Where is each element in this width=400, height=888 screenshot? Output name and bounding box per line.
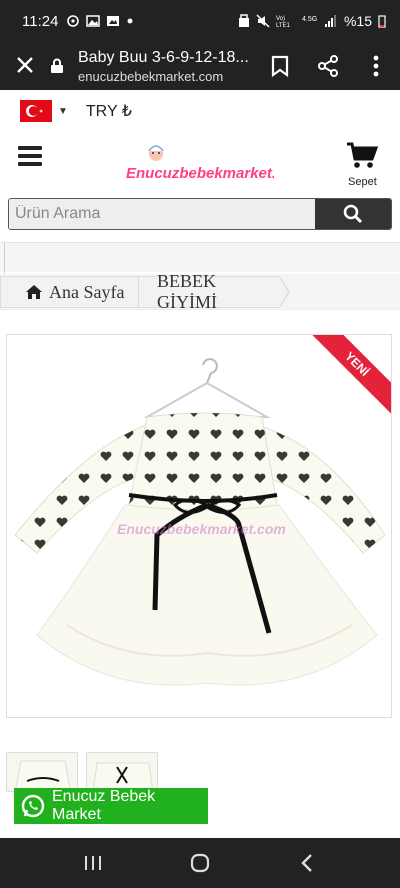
breadcrumb-home[interactable]: Ana Sayfa (0, 276, 148, 308)
lock-icon (50, 58, 70, 74)
cart-label[interactable]: Sepet (348, 176, 377, 188)
image-icon (107, 16, 120, 26)
whatsapp-label: Enucuz Bebek Market (52, 788, 156, 823)
system-navigation-bar (0, 838, 400, 888)
share-icon (318, 55, 338, 77)
currency-selector[interactable]: ▼ TRY ₺ (0, 92, 400, 130)
thumbnail-2[interactable] (86, 752, 158, 792)
recent-apps-icon (85, 856, 102, 870)
cart-icon[interactable] (346, 142, 379, 170)
menu-icon[interactable] (18, 146, 42, 166)
back-button[interactable] (287, 843, 327, 883)
breadcrumb: Ana Sayfa BEBEK GİYİMİ (0, 271, 400, 312)
status-time: 11:24 (22, 12, 59, 30)
svg-text:Vo): Vo) (276, 16, 285, 22)
share-button[interactable] (304, 55, 352, 77)
back-icon (300, 854, 312, 872)
whatsapp-button[interactable]: Enucuz Bebek Market (14, 788, 208, 824)
dot-icon (127, 18, 133, 24)
currency-label: TRY ₺ (85, 103, 132, 120)
svg-text:LTE1: LTE1 (276, 23, 291, 28)
site-logo[interactable]: Enucuzbebekmarket.com (126, 142, 307, 186)
notification-icons (66, 14, 134, 28)
signal-icon (324, 15, 336, 27)
thumbnail-1[interactable] (6, 752, 78, 792)
network-4g-icon: 4.5G (302, 16, 317, 23)
search-button[interactable] (315, 199, 391, 229)
watermark-text: Enucuzbebekmarket.com (117, 521, 286, 537)
close-icon (17, 57, 33, 73)
breadcrumb-category-label: BEBEK GİYİMİ (157, 271, 217, 312)
system-icons: Vo) LTE1 4.5G %15 (238, 13, 386, 29)
breadcrumb-home-label: Ana Sayfa (49, 281, 125, 302)
more-options-button[interactable] (352, 55, 400, 77)
turkey-flag-icon (20, 100, 52, 122)
svg-text:4.5G: 4.5G (302, 16, 317, 23)
bookmark-icon (271, 55, 289, 77)
battery-icon (378, 15, 386, 28)
product-image[interactable]: Enucuzbebekmarket.com YENİ (6, 334, 392, 718)
home-button[interactable] (180, 843, 220, 883)
site-header: Enucuzbebekmarket.com Sepet (0, 136, 400, 192)
gallery-icon (86, 15, 101, 27)
chevron-down-icon: ▼ (58, 105, 68, 117)
more-vert-icon (373, 55, 379, 77)
volte-icon: Vo)LTE1 (276, 16, 291, 28)
alarm-icon (238, 14, 249, 27)
search-icon (343, 204, 363, 224)
breadcrumb-category[interactable]: BEBEK GİYİMİ (138, 271, 290, 312)
mute-icon (256, 14, 270, 28)
page-title: Baby Buu 3-6-9-12-18... (78, 48, 249, 66)
sync-icon (67, 15, 80, 27)
bookmark-button[interactable] (256, 55, 304, 77)
close-tab-button[interactable] (0, 42, 50, 90)
search-bar (8, 198, 392, 230)
status-bar: 11:24 Vo) LTE1 4.5G %15 (0, 0, 400, 42)
whatsapp-icon (20, 793, 46, 819)
battery-level: %15 (343, 13, 372, 29)
browser-toolbar: Baby Buu 3-6-9-12-18... enucuzbebekmarke… (0, 42, 400, 90)
spacer (0, 242, 400, 273)
home-icon (25, 284, 43, 300)
product-thumbnails (6, 752, 400, 792)
address-bar[interactable]: Baby Buu 3-6-9-12-18... enucuzbebekmarke… (78, 49, 256, 84)
logo-text: Enucuzbebekmarket.com (126, 165, 274, 182)
recent-apps-button[interactable] (73, 843, 113, 883)
page-url: enucuzbebekmarket.com (78, 68, 224, 84)
search-input[interactable] (9, 199, 315, 229)
home-circle-icon (190, 853, 210, 873)
